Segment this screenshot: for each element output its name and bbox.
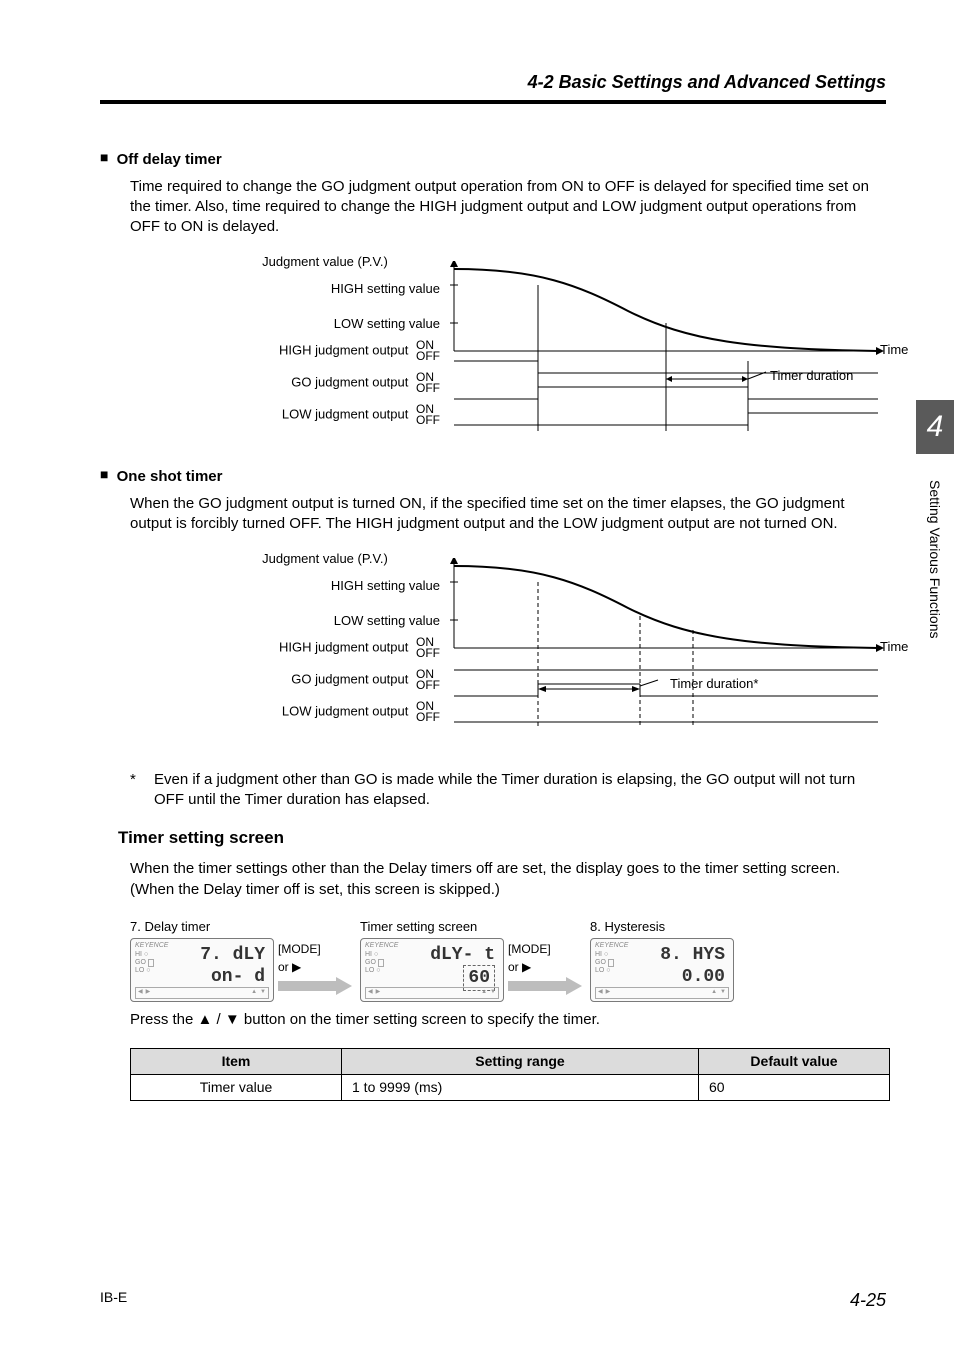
table-header-row: Item Setting range Default value [131, 1048, 890, 1074]
step-8-title: 8. Hysteresis [590, 918, 734, 936]
panel-delay-timer: KEYENCE HI ○GO LO ○ 7. dLY on- d ◀▶▲▼ [130, 938, 274, 1002]
td-item: Timer value [131, 1074, 342, 1100]
td-range: 1 to 9999 (ms) [342, 1074, 699, 1100]
footer-model: IB-E [100, 1288, 127, 1312]
chapter-side-label: Setting Various Functions [925, 480, 944, 639]
timer-screen-heading: Timer setting screen [118, 827, 886, 850]
arrow-right-icon [278, 977, 352, 995]
page-footer: IB-E 4-25 [100, 1288, 886, 1312]
section-header: 4-2 Basic Settings and Advanced Settings [100, 70, 886, 104]
one-shot-footnote: * Even if a judgment other than GO is ma… [130, 770, 886, 811]
bullet-icon: ■ [100, 148, 108, 167]
one-shot-diagram: Judgment value (P.V.) HIGH setting value… [130, 552, 886, 748]
off-delay-heading: ■ Off delay timer [100, 150, 886, 170]
chapter-tab: 4 [916, 400, 954, 454]
timer-setting-title: Timer setting screen [360, 918, 504, 936]
table-row: Timer value 1 to 9999 (ms) 60 [131, 1074, 890, 1100]
panel-hysteresis: KEYENCE HI ○GO LO ○ 8. HYS 0.00 ◀▶▲▼ [590, 938, 734, 1002]
footer-page: 4-25 [850, 1288, 886, 1312]
press-instruction: Press the ▲ / ▼ button on the timer sett… [130, 1010, 886, 1030]
th-range: Setting range [342, 1048, 699, 1074]
settings-table: Item Setting range Default value Timer v… [130, 1048, 890, 1101]
one-shot-heading: ■ One shot timer [100, 467, 886, 487]
td-default: 60 [699, 1074, 890, 1100]
timer-screen-text: When the timer settings other than the D… [130, 859, 886, 900]
bullet-icon: ■ [100, 465, 108, 484]
panel-timer-setting: KEYENCE HI ○GO LO ○ dLY- t 60 ◀▶▲▼ [360, 938, 504, 1002]
off-delay-text: Time required to change the GO judgment … [130, 177, 886, 238]
th-item: Item [131, 1048, 342, 1074]
arrow-right-icon [508, 977, 582, 995]
step-7-title: 7. Delay timer [130, 918, 274, 936]
screen-flow: 7. Delay timer KEYENCE HI ○GO LO ○ 7. dL… [130, 918, 886, 1002]
one-shot-text: When the GO judgment output is turned ON… [130, 494, 886, 535]
off-delay-diagram: Judgment value (P.V.) HIGH setting value… [130, 255, 886, 445]
th-default: Default value [699, 1048, 890, 1074]
